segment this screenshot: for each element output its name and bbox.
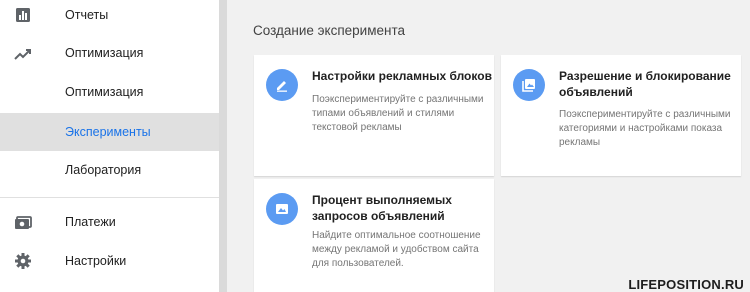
sidebar-item-payments[interactable]: Платежи	[0, 207, 219, 237]
card-description: Поэкспериментируйте с различными категори…	[559, 109, 731, 148]
sidebar-item-label: Оптимизация	[65, 46, 144, 60]
main-content: Создание эксперимента Настройки рекламны…	[227, 0, 750, 292]
image-icon	[266, 193, 298, 225]
sidebar-item-optimization[interactable]: Оптимизация	[0, 77, 219, 107]
pencil-icon	[266, 69, 298, 101]
photo-library-icon	[513, 69, 545, 101]
card-description: Найдите оптимальное соотношение между рек…	[312, 230, 481, 269]
sidebar-item-label: Настройки	[65, 254, 127, 268]
sidebar-item-optimization-section[interactable]: Оптимизация	[0, 38, 219, 68]
card-title: Процент выполняемых запросов объявлений	[312, 193, 452, 223]
sidebar-item-label: Эксперименты	[65, 125, 151, 139]
page-title: Создание эксперимента	[253, 23, 405, 38]
payments-icon	[14, 214, 32, 232]
sidebar-scrollbar[interactable]	[219, 0, 227, 292]
gear-icon	[14, 252, 32, 270]
trending-up-icon	[14, 45, 32, 63]
sidebar-item-label: Лаборатория	[65, 163, 142, 177]
sidebar-item-label: Отчеты	[65, 8, 109, 22]
card-ad-request-coverage[interactable]: Процент выполняемых запросов объявлений Н…	[254, 179, 494, 292]
sidebar-item-settings[interactable]: Настройки	[0, 246, 219, 276]
bar-chart-icon	[14, 6, 32, 24]
watermark: LIFEPOSITION.RU	[628, 277, 744, 292]
sidebar-item-label: Платежи	[65, 215, 116, 229]
card-allow-block-ads[interactable]: Разрешение и блокирование объявлений Поэк…	[501, 55, 741, 176]
sidebar-item-label: Оптимизация	[65, 85, 144, 99]
sidebar-item-lab[interactable]: Лаборатория	[0, 155, 219, 185]
card-ad-unit-settings[interactable]: Настройки рекламных блоков Поэксперимент…	[254, 55, 494, 176]
card-title: Настройки рекламных блоков	[312, 69, 492, 83]
sidebar-divider	[0, 197, 219, 198]
sidebar-item-reports[interactable]: Отчеты	[0, 0, 219, 30]
sidebar-item-experiments[interactable]: Эксперименты	[0, 113, 219, 151]
card-title: Разрешение и блокирование объявлений	[559, 69, 731, 99]
card-description: Поэкспериментируйте с различными типами о…	[312, 94, 484, 133]
sidebar: Отчеты Оптимизация Оптимизация Экспериме…	[0, 0, 219, 292]
